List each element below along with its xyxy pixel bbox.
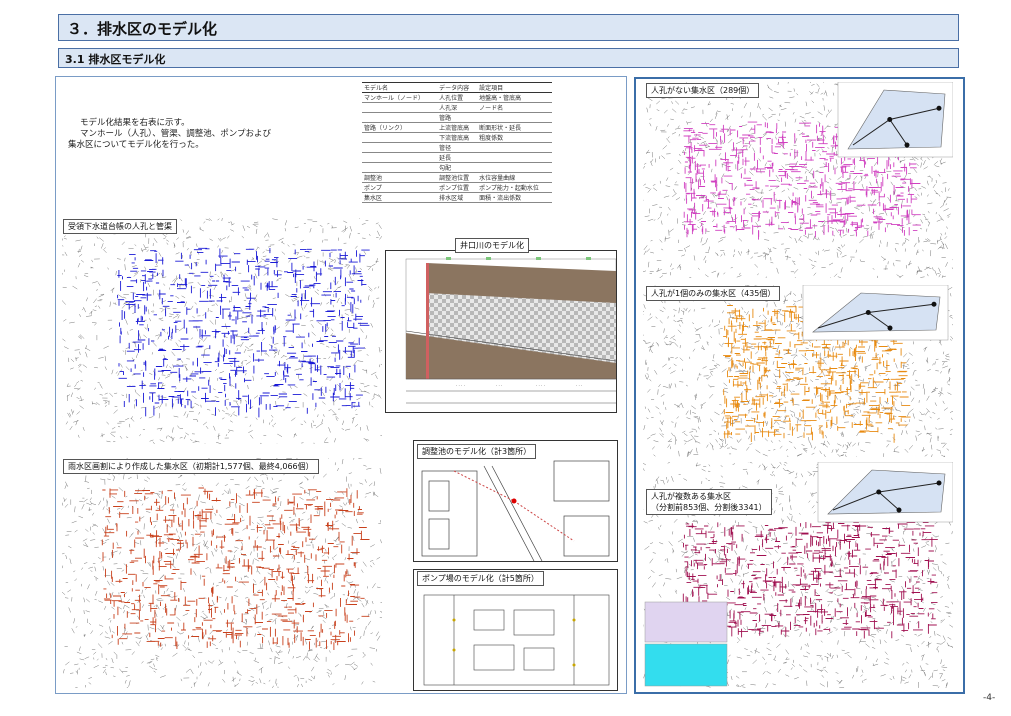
pump-map	[423, 594, 610, 686]
table-row: マンホール（ノード） 人孔位置 地盤高・管底高	[362, 92, 552, 103]
table-cell	[362, 142, 438, 153]
detail-patches	[644, 601, 728, 687]
table-row: 調整池 調整池位置 水位容量曲線	[362, 172, 552, 183]
table-cell: 排水区域	[437, 192, 478, 203]
network-inset	[817, 462, 953, 523]
multi-manhole-label: 人孔が複数ある集水区 （分割前853個、分割後3341）	[646, 489, 772, 515]
one-manhole-image	[643, 285, 953, 457]
table-cell: 人孔深	[437, 102, 478, 113]
pond-label: 調整池のモデル化（計3箇所）	[417, 444, 537, 459]
manhole-map-label: 受領下水道台帳の人孔と管渠	[63, 219, 177, 234]
description-text: モデル化結果を右表に示す。 マンホール（人孔）、管渠、調整池、ポンプおよび 集水…	[68, 118, 348, 151]
svg-text:· · · ·: · · · ·	[456, 383, 465, 388]
svg-text:· · ·: · · ·	[576, 383, 582, 388]
table-row: 管径	[362, 142, 552, 153]
table-cell: 管路（リンク）	[362, 122, 438, 133]
page-number: -4-	[983, 693, 996, 703]
river-profile-chart: · · · · · · · · · · · · · ·	[405, 257, 616, 404]
manhole-pipe-map	[62, 218, 382, 444]
table-cell: 断面形状・延長	[477, 122, 552, 133]
table-row: 勾配	[362, 162, 552, 173]
table-cell: 面積・流出係数	[477, 192, 552, 203]
table-cell: 集水区	[362, 192, 438, 203]
no-manhole-map	[643, 82, 953, 278]
table-cell: ノード名	[477, 102, 552, 113]
catchment-map-label: 雨水区画割により作成した集水区（初期計1,577個、最終4,066個）	[63, 459, 319, 474]
table-cell	[477, 142, 552, 153]
table-cell: ポンプ	[362, 182, 438, 193]
pump-label: ポンプ場のモデル化（計5箇所）	[417, 571, 544, 586]
one-manhole-label: 人孔が1個のみの集水区（435個）	[646, 286, 781, 301]
one-manhole-map	[643, 285, 953, 457]
table-header: データ内容	[437, 82, 478, 93]
table-cell: 上流管底高	[437, 122, 478, 133]
table-row: 下流管底高 粗度係数	[362, 132, 552, 143]
catchment-map	[62, 458, 382, 688]
section-title: ３．排水区のモデル化	[67, 20, 218, 38]
table-cell: 人孔位置	[437, 92, 478, 103]
table-cell: 地盤高・管底高	[477, 92, 552, 103]
table-row: 延長	[362, 152, 552, 163]
model-table: モデル名 データ内容 設定項目 マンホール（ノード） 人孔位置 地盤高・管底高 人孔深…	[362, 82, 552, 203]
table-cell: 下流管底高	[437, 132, 478, 143]
table-cell: 水位容量曲線	[477, 172, 552, 183]
table-header-row: モデル名 データ内容 設定項目	[362, 82, 552, 93]
table-cell: ポンプ能力・起動水位	[477, 182, 552, 193]
no-manhole-label: 人孔がない集水区（289個）	[646, 83, 760, 98]
table-cell	[362, 112, 438, 123]
no-manhole-image	[643, 82, 953, 278]
table-cell	[477, 162, 552, 173]
multi-manhole-label-line: （分割前853個、分割後3341）	[651, 503, 767, 512]
svg-text:· · · ·: · · · ·	[536, 383, 545, 388]
description-line: 集水区についてモデル化を行った。	[68, 140, 204, 150]
pond-map	[421, 460, 610, 561]
table-cell: 延長	[437, 152, 478, 163]
table-row: 集水区 排水区域 面積・流出係数	[362, 192, 552, 203]
subsection-header: 3.1 排水区モデル化	[58, 48, 959, 68]
table-cell: 調整池	[362, 172, 438, 183]
table-cell: 勾配	[437, 162, 478, 173]
pump-inset	[413, 569, 618, 691]
table-cell: 調整池位置	[437, 172, 478, 183]
description-line: モデル化結果を右表に示す。	[80, 118, 190, 128]
table-cell	[362, 152, 438, 163]
table-cell: マンホール（ノード）	[362, 92, 438, 103]
network-inset	[837, 82, 953, 158]
table-cell	[362, 162, 438, 173]
map-network-texture	[101, 487, 370, 650]
svg-text:· · ·: · · ·	[496, 383, 502, 388]
table-row: ポンプ ポンプ位置 ポンプ能力・起動水位	[362, 182, 552, 193]
table-cell: 粗度係数	[477, 132, 552, 143]
subsection-title: 3.1 排水区モデル化	[65, 53, 166, 66]
table-cell	[477, 152, 552, 163]
section-header: ３．排水区のモデル化	[58, 14, 959, 41]
map-background-texture	[62, 218, 382, 444]
catchment-network-image	[62, 458, 382, 688]
inoguchi-label: 井口川のモデル化	[455, 238, 529, 253]
description-line: マンホール（人孔）、管渠、調整池、ポンプおよび	[80, 129, 271, 139]
table-cell	[362, 102, 438, 113]
map-network-texture	[117, 247, 370, 418]
table-row: 管路	[362, 112, 552, 123]
table-cell: ポンプ位置	[437, 182, 478, 193]
table-row: 管路（リンク） 上流管底高 断面形状・延長	[362, 122, 552, 133]
table-cell	[477, 112, 552, 123]
table-cell: 管路	[437, 112, 478, 123]
table-cell	[362, 132, 438, 143]
table-header: モデル名	[362, 82, 438, 93]
table-cell: 管径	[437, 142, 478, 153]
river-profile-inset: · · · · · · · · · · · · · ·	[385, 250, 617, 413]
pipe-network-image	[62, 218, 382, 444]
table-header: 設定項目	[477, 82, 552, 93]
multi-manhole-label-line: 人孔が複数ある集水区	[651, 492, 731, 501]
network-inset	[802, 285, 949, 341]
table-row: 人孔深 ノード名	[362, 102, 552, 113]
